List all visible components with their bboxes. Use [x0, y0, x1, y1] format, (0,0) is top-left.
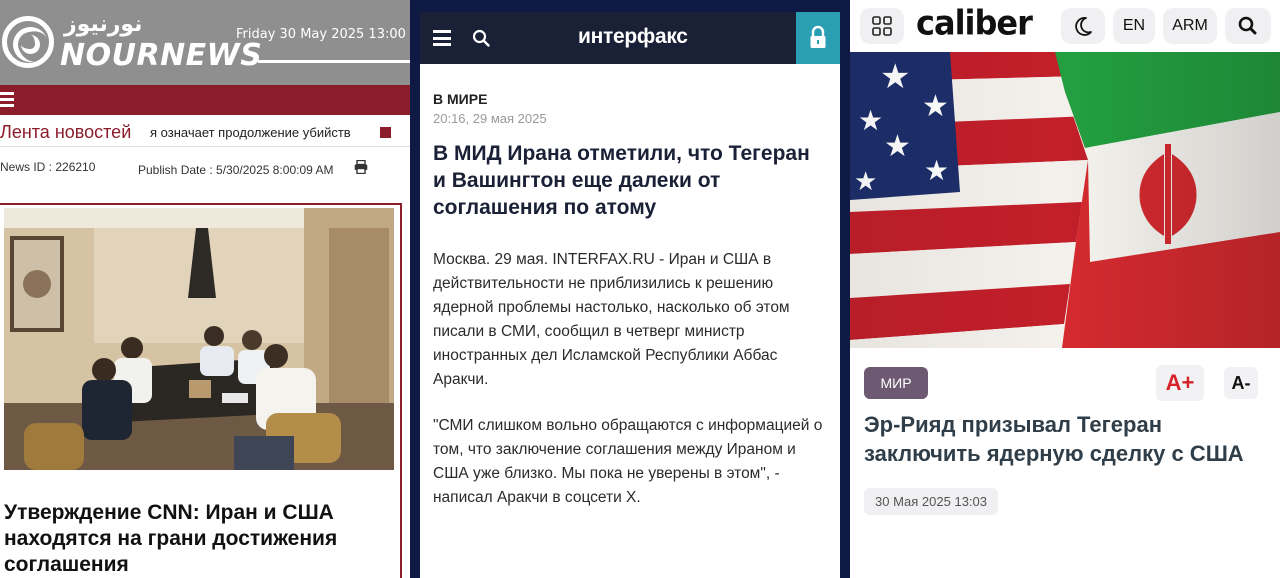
print-icon[interactable] — [354, 160, 368, 174]
usa-iran-flags-image: ★ ★ ★ ★ ★ ★ — [850, 52, 1280, 348]
nournews-panel: نورنیوز NOURNEWS Friday 30 May 2025 13:0… — [0, 0, 410, 578]
header-divider — [258, 60, 410, 63]
interfax-logo[interactable]: интерфакс — [578, 25, 688, 49]
article-paragraph: Москва. 29 мая. INTERFAX.RU - Иран и США… — [433, 251, 790, 388]
hamburger-icon[interactable] — [0, 92, 14, 108]
menu-button[interactable] — [860, 8, 904, 44]
caliber-logo[interactable]: caliber — [916, 3, 1033, 43]
moon-icon — [1075, 17, 1092, 36]
search-icon — [1238, 16, 1257, 35]
hamburger-icon[interactable] — [433, 30, 451, 46]
article-category[interactable]: В МИРЕ — [433, 91, 487, 107]
article-headline[interactable]: Утверждение CNN: Иран и США находятся на… — [4, 500, 404, 578]
language-arm-button[interactable]: ARM — [1163, 8, 1217, 44]
article-photo — [4, 208, 394, 470]
article-title: Эр-Рияд призывал Тегеран заключить ядерн… — [864, 412, 1244, 466]
news-ticker: Лента новостей я означает продолжение уб… — [0, 115, 410, 147]
news-id: News ID : 226210 — [0, 160, 96, 174]
publish-date: Publish Date : 5/30/2025 8:00:09 AM — [138, 163, 334, 177]
lock-icon — [810, 25, 826, 48]
article-timestamp: 20:16, 29 мая 2025 — [433, 111, 547, 126]
font-increase-button[interactable]: A+ — [1156, 365, 1204, 401]
category-tag[interactable]: МИР — [864, 367, 928, 399]
article-title: В МИД Ирана отметили, что Тегеран и Ваши… — [433, 142, 810, 219]
nournews-logo-text: NOURNEWS — [60, 38, 263, 73]
search-button[interactable] — [1225, 8, 1271, 44]
nournews-header: نورنیوز NOURNEWS Friday 30 May 2025 13:0… — [0, 0, 410, 85]
caliber-top-bar: caliber EN ARM — [850, 0, 1280, 52]
article-body: Москва. 29 мая. INTERFAX.RU - Иран и США… — [433, 248, 833, 532]
search-icon[interactable] — [472, 29, 490, 47]
theme-toggle-button[interactable] — [1061, 8, 1105, 44]
article-date: 30 Мая 2025 13:03 — [864, 488, 998, 515]
language-en-button[interactable]: EN — [1113, 8, 1155, 44]
font-decrease-button[interactable]: A- — [1224, 367, 1258, 399]
ticker-stop-icon[interactable] — [380, 127, 391, 138]
ticker-headline[interactable]: я означает продолжение убийств — [150, 125, 351, 140]
interfax-panel: интерфакс В МИРЕ 20:16, 29 мая 2025 В МИ… — [420, 12, 840, 578]
interfax-top-bar: интерфакс — [420, 12, 840, 64]
nournews-emblem-icon — [2, 16, 54, 68]
article-paragraph: "СМИ слишком вольно обращаются с информа… — [433, 417, 823, 506]
subscription-button[interactable] — [796, 12, 840, 64]
grid-icon — [872, 16, 892, 36]
screenshot-collage: نورنیوز NOURNEWS Friday 30 May 2025 13:0… — [0, 0, 1280, 578]
nournews-nav-bar — [0, 85, 410, 115]
ticker-label[interactable]: Лента новостей — [0, 122, 131, 143]
caliber-panel: caliber EN ARM МИР A+ A- Эр-Рияд призыва… — [850, 0, 1280, 578]
article-meta: News ID : 226210 Publish Date : 5/30/202… — [0, 158, 410, 198]
nournews-logo[interactable]: نورنیوز NOURNEWS — [2, 12, 262, 73]
nournews-logo-persian: نورنیوز — [64, 12, 143, 37]
header-datetime: Friday 30 May 2025 13:00 — [236, 27, 406, 42]
